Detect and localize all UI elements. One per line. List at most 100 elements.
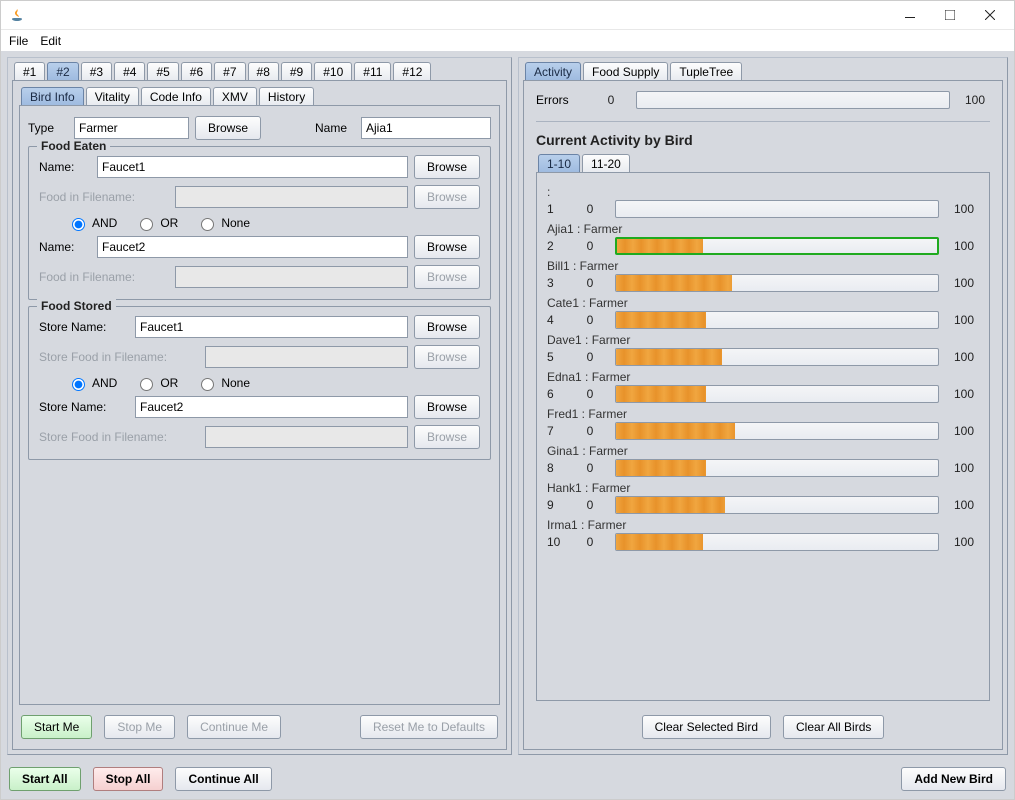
birds-list: :10100Ajia1 : Farmer20100Bill1 : Farmer3… bbox=[536, 172, 990, 701]
menu-file[interactable]: File bbox=[9, 34, 28, 48]
fs-file2-label: Store Food in Filename: bbox=[39, 430, 199, 444]
outer-tab-3[interactable]: #3 bbox=[81, 62, 112, 80]
outer-tab-10[interactable]: #10 bbox=[314, 62, 352, 80]
maximize-button[interactable] bbox=[930, 1, 970, 29]
food-stored-group: Food Stored Store Name: Browse Store Foo… bbox=[28, 306, 491, 460]
outer-tab-5[interactable]: #5 bbox=[147, 62, 178, 80]
page-tab-1120[interactable]: 11-20 bbox=[582, 154, 630, 172]
bird-label: Gina1 : Farmer bbox=[547, 444, 979, 458]
bird-progress bbox=[615, 274, 939, 292]
outer-tab-8[interactable]: #8 bbox=[248, 62, 279, 80]
fs-name1-input[interactable] bbox=[135, 316, 408, 338]
fe-name1-browse[interactable]: Browse bbox=[414, 155, 480, 179]
clear-all-button[interactable]: Clear All Birds bbox=[783, 715, 884, 739]
clear-selected-button[interactable]: Clear Selected Bird bbox=[642, 715, 771, 739]
fs-file1-input bbox=[205, 346, 408, 368]
bird-progress bbox=[615, 237, 939, 255]
fe-radio-or[interactable]: OR bbox=[135, 215, 178, 231]
bird-label: : bbox=[547, 185, 979, 199]
fs-radio-none[interactable]: None bbox=[196, 375, 250, 391]
left-panel: #1#2#3#4#5#6#7#8#9#10#11#12 Bird InfoVit… bbox=[7, 57, 512, 755]
right-tabs: ActivityFood SupplyTupleTree bbox=[525, 62, 1003, 80]
name-input[interactable] bbox=[361, 117, 491, 139]
page-tabs: 1-1011-20 bbox=[538, 154, 990, 172]
fs-radio-or[interactable]: OR bbox=[135, 375, 178, 391]
fe-file2-label: Food in Filename: bbox=[39, 270, 169, 284]
outer-tab-1[interactable]: #1 bbox=[14, 62, 45, 80]
fe-name1-label: Name: bbox=[39, 160, 91, 174]
bird-min: 0 bbox=[575, 498, 605, 512]
bird-max: 100 bbox=[949, 387, 979, 401]
bird-progress bbox=[615, 533, 939, 551]
bird-progress bbox=[615, 311, 939, 329]
bird-label: Dave1 : Farmer bbox=[547, 333, 979, 347]
bird-progress bbox=[615, 385, 939, 403]
stop-all-button[interactable]: Stop All bbox=[93, 767, 164, 791]
bird-max: 100 bbox=[949, 202, 979, 216]
type-input[interactable] bbox=[74, 117, 189, 139]
bird-max: 100 bbox=[949, 239, 979, 253]
fs-radio-and[interactable]: AND bbox=[67, 375, 117, 391]
right-tab-foodsupply[interactable]: Food Supply bbox=[583, 62, 668, 80]
fs-file1-label: Store Food in Filename: bbox=[39, 350, 199, 364]
titlebar bbox=[1, 1, 1014, 29]
bird-row: 10100 bbox=[547, 200, 979, 218]
fe-name1-input[interactable] bbox=[97, 156, 408, 178]
bird-label: Irma1 : Farmer bbox=[547, 518, 979, 532]
outer-tab-7[interactable]: #7 bbox=[214, 62, 245, 80]
fe-radio-and[interactable]: AND bbox=[67, 215, 117, 231]
inner-tab-xmv[interactable]: XMV bbox=[213, 87, 257, 105]
bird-row: 70100 bbox=[547, 422, 979, 440]
food-eaten-legend: Food Eaten bbox=[37, 139, 110, 153]
minimize-button[interactable] bbox=[890, 1, 930, 29]
continue-all-button[interactable]: Continue All bbox=[175, 767, 271, 791]
fe-name2-input[interactable] bbox=[97, 236, 408, 258]
inner-tabs: Bird InfoVitalityCode InfoXMVHistory bbox=[21, 87, 500, 105]
bird-row: 100100 bbox=[547, 533, 979, 551]
add-new-bird-button[interactable]: Add New Bird bbox=[901, 767, 1006, 791]
fe-file1-label: Food in Filename: bbox=[39, 190, 169, 204]
inner-tab-vitality[interactable]: Vitality bbox=[86, 87, 139, 105]
bird-max: 100 bbox=[949, 424, 979, 438]
right-tab-activity[interactable]: Activity bbox=[525, 62, 581, 80]
page-tab-110[interactable]: 1-10 bbox=[538, 154, 580, 172]
inner-tab-history[interactable]: History bbox=[259, 87, 314, 105]
name-label: Name bbox=[315, 121, 355, 135]
fs-name2-browse[interactable]: Browse bbox=[414, 395, 480, 419]
bird-max: 100 bbox=[949, 498, 979, 512]
continue-me-button: Continue Me bbox=[187, 715, 281, 739]
inner-tab-codeinfo[interactable]: Code Info bbox=[141, 87, 211, 105]
close-button[interactable] bbox=[970, 1, 1010, 29]
fe-radio-none[interactable]: None bbox=[196, 215, 250, 231]
fs-name1-browse[interactable]: Browse bbox=[414, 315, 480, 339]
bird-min: 0 bbox=[575, 461, 605, 475]
start-me-button[interactable]: Start Me bbox=[21, 715, 92, 739]
outer-tab-12[interactable]: #12 bbox=[393, 62, 431, 80]
food-eaten-group: Food Eaten Name: Browse Food in Filename… bbox=[28, 146, 491, 300]
outer-tab-4[interactable]: #4 bbox=[114, 62, 145, 80]
outer-tab-11[interactable]: #11 bbox=[354, 62, 391, 80]
fe-file1-browse: Browse bbox=[414, 185, 480, 209]
right-tab-tupletree[interactable]: TupleTree bbox=[670, 62, 742, 80]
fe-file2-browse: Browse bbox=[414, 265, 480, 289]
start-all-button[interactable]: Start All bbox=[9, 767, 81, 791]
errors-progress bbox=[636, 91, 950, 109]
errors-label: Errors bbox=[536, 93, 586, 107]
java-icon bbox=[9, 7, 25, 23]
outer-tab-9[interactable]: #9 bbox=[281, 62, 312, 80]
inner-tab-birdinfo[interactable]: Bird Info bbox=[21, 87, 84, 105]
errors-min: 0 bbox=[596, 93, 626, 107]
bird-label: Bill1 : Farmer bbox=[547, 259, 979, 273]
bird-row: 30100 bbox=[547, 274, 979, 292]
outer-tab-2[interactable]: #2 bbox=[47, 62, 78, 80]
bird-progress bbox=[615, 459, 939, 477]
type-browse-button[interactable]: Browse bbox=[195, 116, 261, 140]
outer-tab-6[interactable]: #6 bbox=[181, 62, 212, 80]
fe-name2-browse[interactable]: Browse bbox=[414, 235, 480, 259]
bird-progress bbox=[615, 496, 939, 514]
bird-row: 90100 bbox=[547, 496, 979, 514]
bird-min: 0 bbox=[575, 202, 605, 216]
menu-edit[interactable]: Edit bbox=[40, 34, 61, 48]
type-label: Type bbox=[28, 121, 68, 135]
fs-name2-input[interactable] bbox=[135, 396, 408, 418]
